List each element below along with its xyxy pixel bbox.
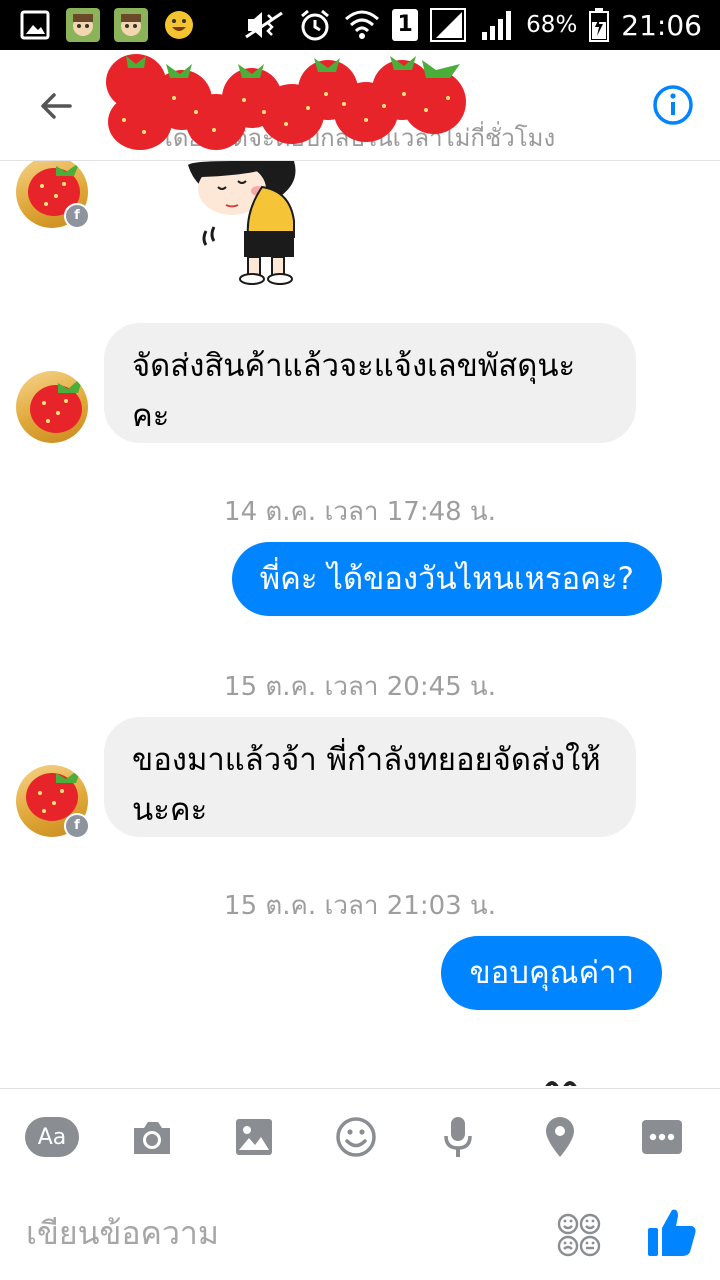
- message-text: พี่คะ ได้ของวันไหนเหรอคะ?: [259, 561, 634, 597]
- avatar[interactable]: [16, 371, 88, 443]
- message-input[interactable]: [24, 1204, 528, 1262]
- image-icon: [236, 1119, 272, 1155]
- alarm-icon: [301, 9, 330, 41]
- more-button[interactable]: [634, 1113, 690, 1161]
- location-icon: [546, 1117, 574, 1157]
- sim-indicator: 1: [392, 9, 419, 41]
- message-text: ของมาแล้วจ้า พี่กำลังทยอยจัดส่งให้นะคะ: [132, 742, 601, 828]
- emoji-icon: [336, 1117, 376, 1157]
- text-format-button[interactable]: Aa: [24, 1113, 80, 1161]
- wifi-icon: [345, 10, 380, 39]
- status-bar: 1 68% 21:06: [0, 0, 720, 50]
- battery-percent: 68%: [526, 12, 578, 38]
- mute-vibrate-icon: [245, 11, 284, 39]
- info-icon: [653, 85, 693, 125]
- composer-input-row: [0, 1184, 720, 1280]
- back-arrow-icon: [41, 93, 72, 119]
- chat-header: โดยปกติจะตอบกลับในเวลาไม่กี่ชั่วโมง: [0, 50, 720, 161]
- camera-button[interactable]: [124, 1113, 180, 1161]
- partial-sticker: [545, 1081, 577, 1086]
- battery-icon: [589, 8, 610, 42]
- signal-icon: [430, 8, 467, 42]
- gallery-button[interactable]: [226, 1113, 282, 1161]
- location-button[interactable]: [532, 1113, 588, 1161]
- timestamp: 14 ต.ค. เวลา 17:48 น.: [224, 497, 496, 527]
- clock: 21:06: [621, 8, 702, 42]
- sticker-bowing-girl[interactable]: [182, 161, 302, 287]
- facebook-badge-icon: f: [64, 203, 90, 229]
- emoji-notification-icon: [162, 8, 196, 42]
- incoming-message[interactable]: จัดส่งสินค้าแล้วจะแจ้งเลขพัสดุนะคะ: [104, 323, 636, 443]
- gallery-notification-icon: [18, 8, 52, 42]
- back-button[interactable]: [28, 78, 84, 134]
- message-text: จัดส่งสินค้าแล้วจะแจ้งเลขพัสดุนะคะ: [132, 348, 576, 434]
- mic-icon: [444, 1117, 472, 1157]
- outgoing-message[interactable]: ขอบคุณค่าา: [441, 936, 662, 1010]
- app-notification-icon: [114, 8, 148, 42]
- facebook-badge-icon: f: [64, 813, 90, 839]
- timestamp: 15 ต.ค. เวลา 20:45 น.: [224, 672, 496, 702]
- incoming-message[interactable]: ของมาแล้วจ้า พี่กำลังทยอยจัดส่งให้นะคะ: [104, 717, 636, 837]
- info-button[interactable]: [652, 84, 694, 126]
- camera-icon: [134, 1122, 170, 1154]
- more-icon: [642, 1120, 682, 1154]
- message-list[interactable]: f จัดส่งสินค้าแล้วจะแจ้งเลขพัสดุนะคะ 14 …: [0, 161, 720, 1086]
- timestamp: 15 ต.ค. เวลา 21:03 น.: [224, 891, 496, 921]
- voice-button[interactable]: [430, 1113, 486, 1161]
- outgoing-message[interactable]: พี่คะ ได้ของวันไหนเหรอคะ?: [231, 542, 662, 616]
- thumbs-up-icon[interactable]: [646, 1206, 698, 1258]
- app-notification-icon: [66, 8, 100, 42]
- signal-bars-icon: [482, 11, 512, 40]
- message-text: ขอบคุณค่าา: [469, 955, 634, 991]
- stickers-icon[interactable]: [556, 1212, 602, 1258]
- emoji-button[interactable]: [328, 1113, 384, 1161]
- aa-label: Aa: [25, 1117, 79, 1157]
- strawberry-title-art: [106, 54, 466, 150]
- composer-toolbar: Aa: [0, 1088, 720, 1185]
